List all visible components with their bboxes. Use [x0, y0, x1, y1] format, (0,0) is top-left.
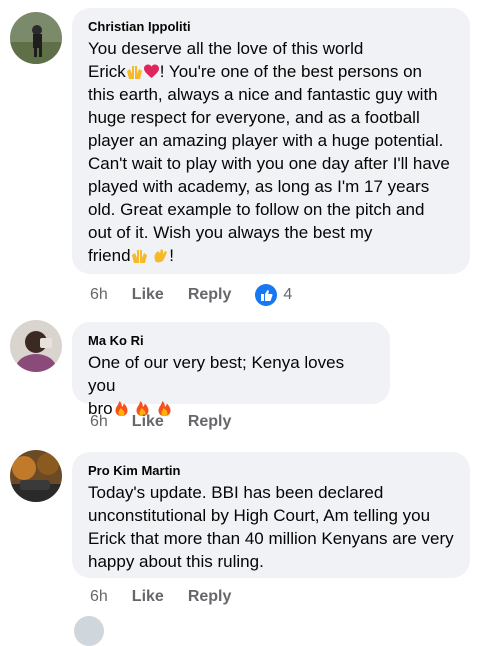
- like-button[interactable]: Like: [132, 286, 164, 304]
- comment-text-part: Today's update. BBI has been declared un…: [88, 483, 454, 571]
- comment-bubble: Christian Ippoliti You deserve all the l…: [72, 8, 470, 274]
- red-heart-emoji-icon: [143, 63, 160, 80]
- waving-hand-emoji-icon: [152, 247, 169, 264]
- reply-button[interactable]: Reply: [188, 413, 232, 431]
- comment-timestamp[interactable]: 6h: [90, 588, 108, 606]
- comment-author[interactable]: Christian Ippoliti: [88, 19, 456, 34]
- like-button[interactable]: Like: [132, 588, 164, 606]
- like-button[interactable]: Like: [132, 413, 164, 431]
- raising-hands-emoji-icon: [126, 63, 143, 80]
- comment-actions: 6h Like Reply: [90, 588, 255, 606]
- reaction-summary[interactable]: 4: [255, 284, 292, 306]
- comment-timestamp[interactable]: 6h: [90, 413, 108, 431]
- comment-text-part: !: [169, 246, 174, 265]
- reply-button[interactable]: Reply: [188, 588, 232, 606]
- avatar[interactable]: [10, 450, 62, 502]
- comment-author[interactable]: Pro Kim Martin: [88, 463, 456, 478]
- comment-text: You deserve all the love of this world E…: [88, 37, 456, 267]
- comment-text: One of our very best; Kenya loves you br…: [88, 351, 376, 420]
- comment-text: Today's update. BBI has been declared un…: [88, 481, 456, 573]
- reaction-count: 4: [283, 286, 293, 303]
- comment-author[interactable]: Ma Ko Ri: [88, 333, 376, 348]
- avatar[interactable]: [10, 320, 62, 372]
- next-comment-avatar[interactable]: [74, 616, 104, 646]
- comment-bubble: Pro Kim Martin Today's update. BBI has b…: [72, 452, 470, 578]
- raising-hands-emoji-icon: [131, 247, 148, 264]
- comment-bubble: Ma Ko Ri One of our very best; Kenya lov…: [72, 322, 390, 418]
- comment-text-part: ! You're one of the best persons on this…: [88, 62, 450, 265]
- comment-actions: 6h Like Reply 4: [90, 284, 292, 306]
- comment-timestamp[interactable]: 6h: [90, 286, 108, 304]
- comment-actions: 6h Like Reply: [90, 413, 255, 431]
- reply-button[interactable]: Reply: [188, 286, 232, 304]
- avatar[interactable]: [10, 12, 62, 64]
- thumbs-up-icon: [255, 284, 278, 306]
